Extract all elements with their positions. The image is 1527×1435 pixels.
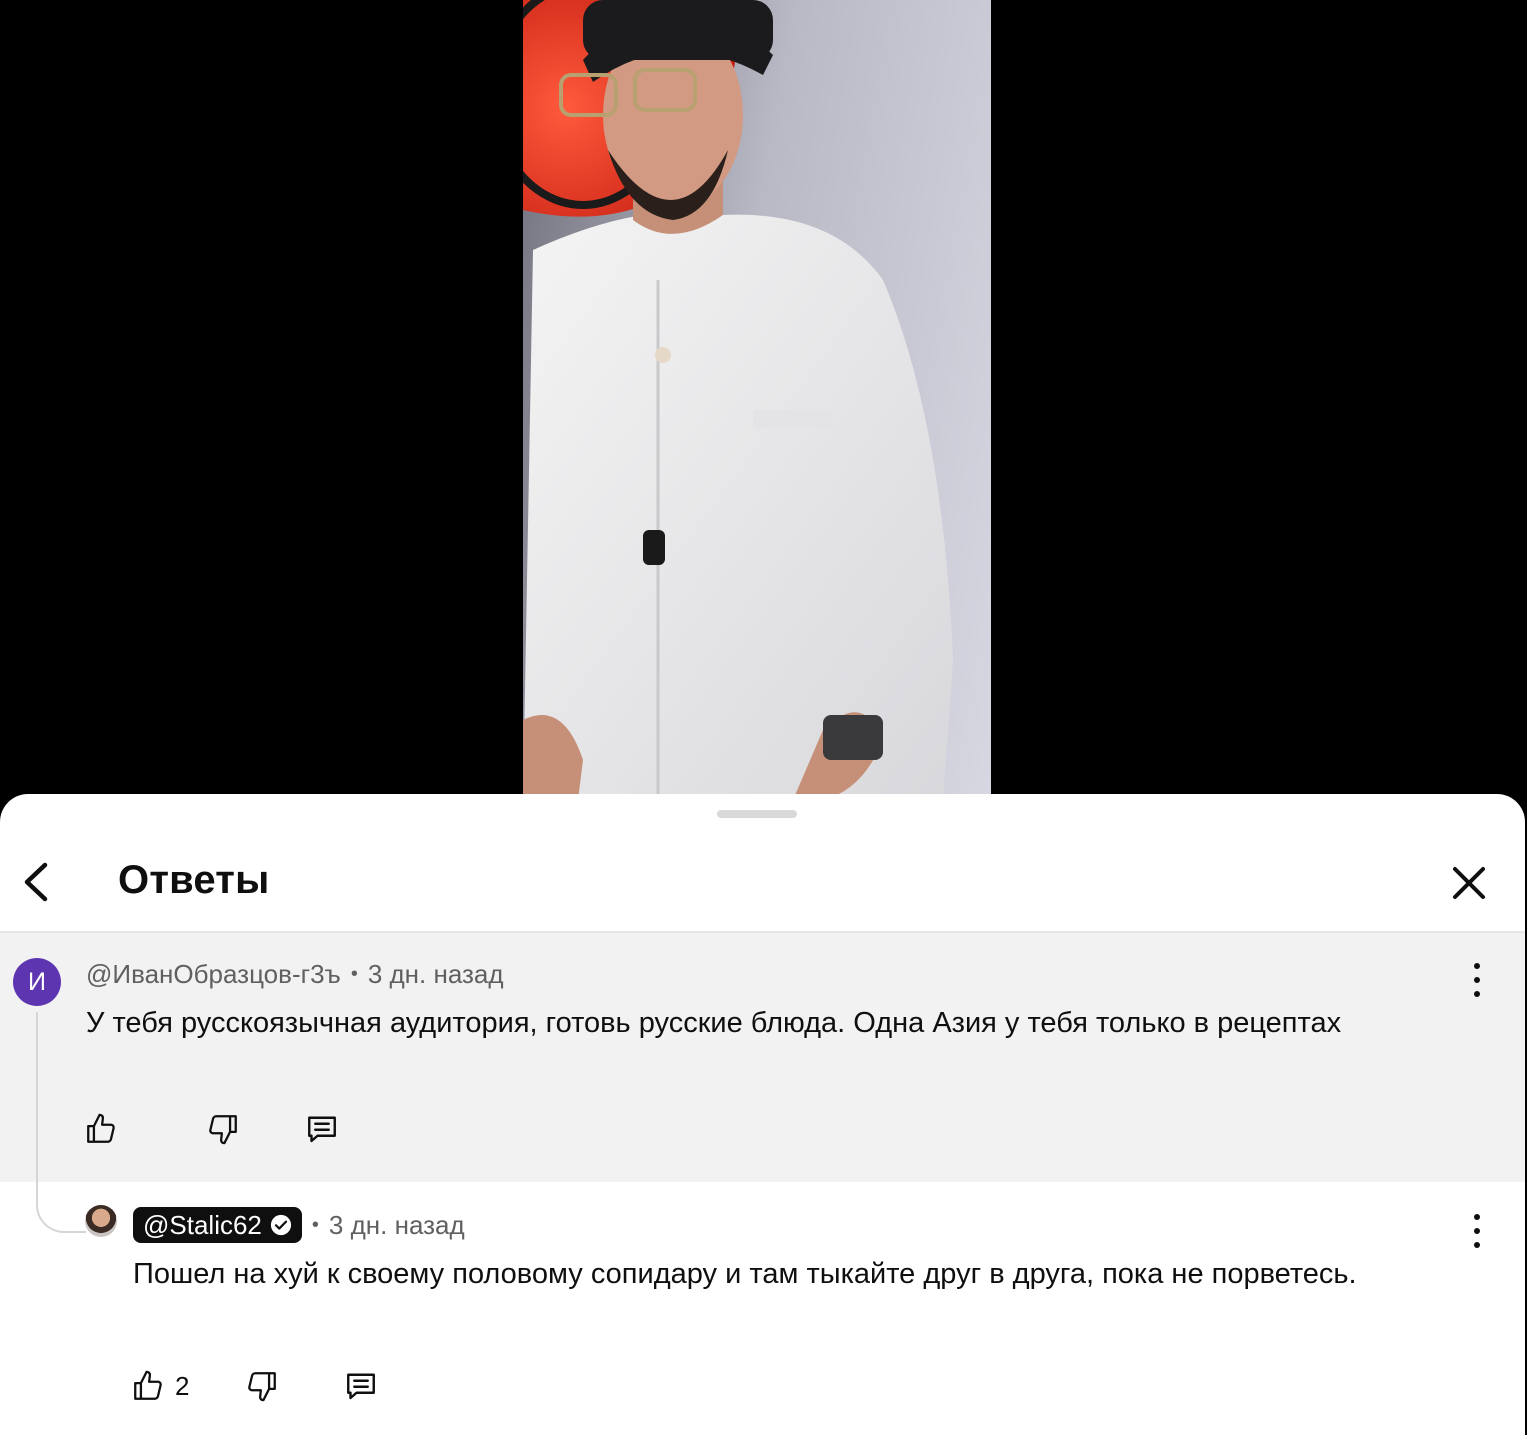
like-icon — [134, 1370, 162, 1400]
reply-icon — [308, 1116, 336, 1143]
comment-text: У тебя русскоязычная аудитория, готовь р… — [86, 1007, 1342, 1039]
reply-like-button[interactable]: 2 — [131, 1369, 189, 1403]
back-button[interactable] — [14, 860, 58, 904]
more-vertical-icon — [1474, 1214, 1480, 1220]
reply-author-chip[interactable]: @Stalic62 — [133, 1207, 302, 1243]
sheet-header: Ответы — [0, 832, 1525, 932]
dislike-icon — [248, 1372, 277, 1402]
reply-like-count: 2 — [175, 1370, 190, 1401]
reply-meta: @Stalic62 • 3 дн. назад — [133, 1207, 465, 1243]
reply-reply-button[interactable] — [343, 1368, 379, 1404]
reply-dislike-button[interactable] — [245, 1369, 279, 1403]
reply-button[interactable] — [304, 1111, 340, 1147]
close-button[interactable] — [1446, 860, 1492, 906]
meta-separator: • — [350, 963, 358, 985]
reply-author: @Stalic62 — [143, 1209, 262, 1240]
reply-text: Пошел на хуй к своему половому сопидару … — [133, 1258, 1357, 1290]
reply-avatar[interactable] — [85, 1205, 117, 1237]
meta-separator: • — [311, 1213, 319, 1236]
comment-meta: @ИванОбразцов-г3ъ • 3 дн. назад — [86, 959, 504, 990]
sheet-title: Ответы — [118, 858, 270, 902]
like-button[interactable] — [84, 1112, 128, 1146]
parent-comment: И @ИванОбразцов-г3ъ • 3 дн. назад У тебя… — [0, 933, 1525, 1182]
reply-more-options-button[interactable] — [1467, 1214, 1487, 1248]
video-player[interactable] — [0, 0, 1527, 800]
back-arrow-icon — [24, 862, 48, 902]
video-frame — [523, 0, 991, 800]
drag-handle[interactable] — [717, 810, 797, 818]
comment-actions — [84, 1111, 340, 1147]
comment-author[interactable]: @ИванОбразцов-г3ъ — [86, 959, 341, 990]
comment-time[interactable]: 3 дн. назад — [368, 959, 504, 990]
close-icon — [1453, 867, 1485, 899]
video-thumbnail-image — [523, 0, 953, 800]
avatar[interactable]: И — [13, 958, 61, 1006]
reply-icon — [347, 1373, 376, 1400]
dislike-button[interactable] — [206, 1112, 240, 1146]
replies-sheet: Ответы И @ИванОбразцов-г3ъ • 3 дн. назад… — [0, 794, 1525, 1435]
more-vertical-icon — [1474, 963, 1480, 969]
verified-icon — [270, 1214, 291, 1236]
thread-connector — [36, 1012, 86, 1233]
more-options-button[interactable] — [1467, 963, 1487, 997]
reply-actions: 2 — [131, 1368, 379, 1404]
like-icon — [87, 1113, 115, 1143]
reply-time[interactable]: 3 дн. назад — [329, 1210, 465, 1241]
avatar-letter: И — [28, 967, 46, 996]
dislike-icon — [209, 1115, 237, 1145]
